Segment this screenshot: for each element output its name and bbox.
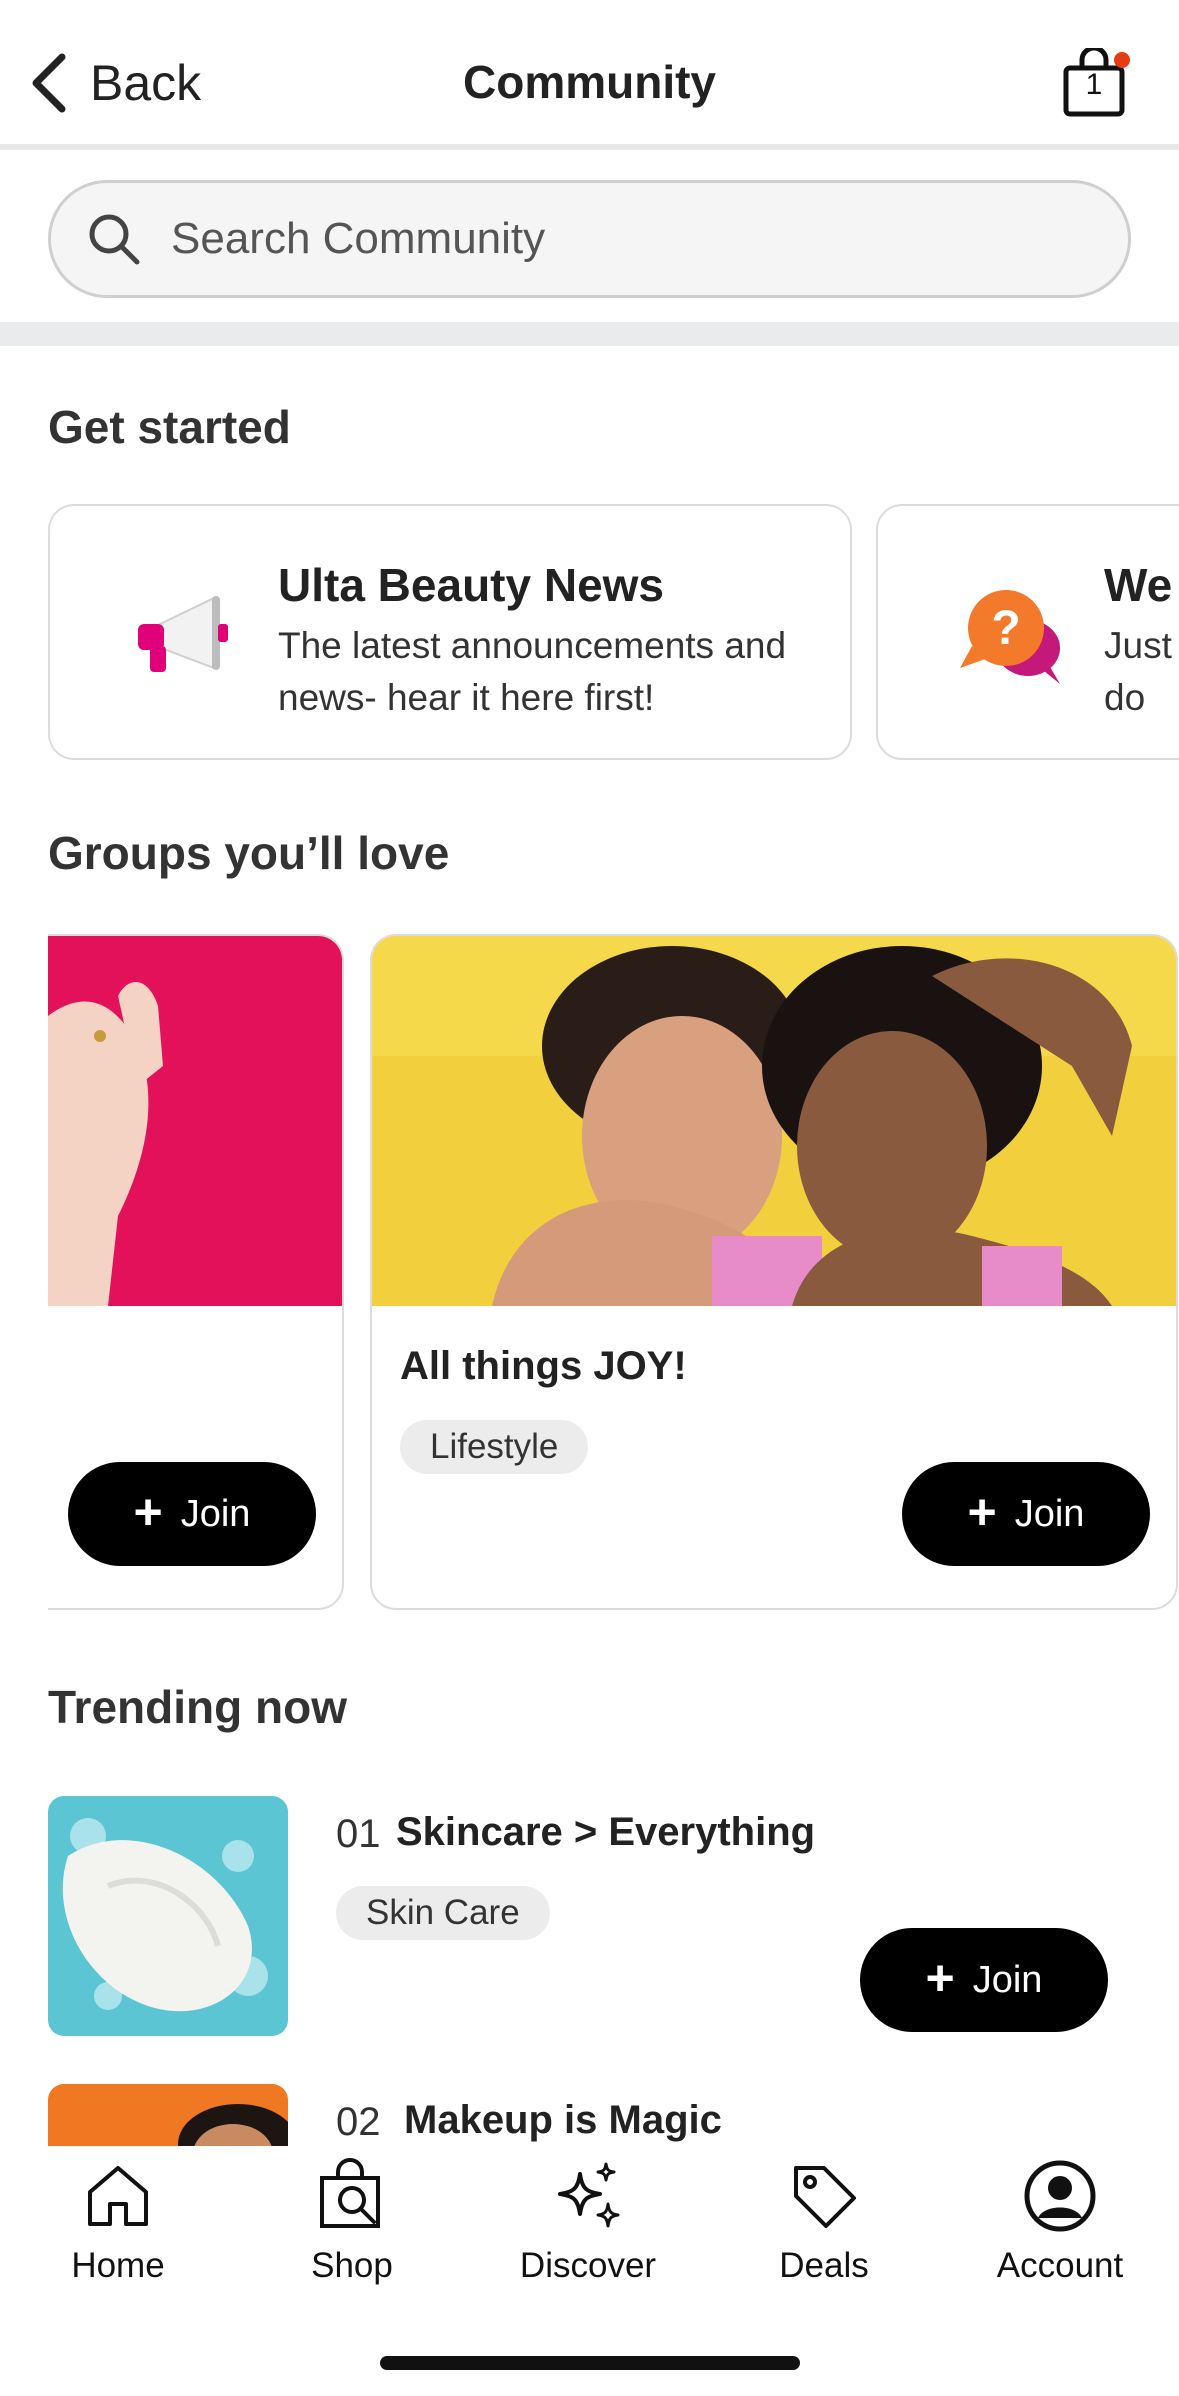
- search-icon: [89, 214, 140, 265]
- trending-heading: Trending now: [48, 1681, 347, 1733]
- join-button[interactable]: + Join: [902, 1462, 1150, 1566]
- woman-portrait-photo[interactable]: [48, 2084, 288, 2146]
- plus-icon: +: [925, 1950, 955, 2006]
- nav-account[interactable]: Account: [960, 2158, 1160, 2308]
- search-bar[interactable]: [48, 180, 1131, 298]
- nav-label: Account: [996, 2246, 1124, 2285]
- nav-label: Deals: [779, 2246, 869, 2285]
- nav-label: Discover: [519, 2246, 657, 2285]
- nav-shop[interactable]: Shop: [252, 2158, 452, 2308]
- nav-discover[interactable]: Discover: [488, 2158, 688, 2308]
- group-name: All things JOY!: [400, 1344, 687, 1388]
- trending-name[interactable]: Skincare > Everything: [396, 1810, 815, 1855]
- trending-name[interactable]: Makeup is Magic: [404, 2098, 722, 2143]
- section-divider: [0, 322, 1179, 346]
- nav-label: Home: [71, 2246, 165, 2285]
- group-tag: Lifestyle: [400, 1420, 589, 1474]
- hand-on-pink-photo: [48, 936, 342, 1306]
- back-button[interactable]: Back: [28, 48, 201, 118]
- join-label: Join: [180, 1492, 251, 1535]
- bag-badge-dot: [1114, 52, 1130, 68]
- cream-swatch-photo[interactable]: [48, 1796, 288, 2036]
- get-started-card-news[interactable]: Ulta Beauty News The latest announcement…: [48, 504, 852, 760]
- plus-icon: +: [133, 1484, 163, 1540]
- get-started-card-welcome[interactable]: ? We Just to do: [876, 504, 1179, 760]
- join-label: Join: [972, 1958, 1043, 2001]
- bag-count: 1: [1085, 68, 1103, 101]
- sparkles-icon: [558, 2162, 620, 2228]
- group-card-all-things-joy[interactable]: All things JOY! Lifestyle + Join: [370, 934, 1178, 1610]
- shop-bag-icon: [320, 2158, 380, 2228]
- nav-deals[interactable]: Deals: [724, 2158, 924, 2308]
- trending-rank: 01: [336, 1812, 381, 1856]
- account-icon: [1024, 2160, 1096, 2232]
- back-label: Back: [90, 55, 202, 111]
- get-started-heading: Get started: [48, 401, 291, 453]
- card-title: We: [1104, 559, 1173, 611]
- search-input[interactable]: [171, 214, 1071, 264]
- question-bubble-icon: ?: [954, 576, 1074, 696]
- join-label: Join: [1014, 1492, 1085, 1535]
- nav-home[interactable]: Home: [18, 2158, 218, 2308]
- nav-label: Shop: [311, 2246, 393, 2285]
- card-title: Ulta Beauty News: [278, 559, 665, 611]
- tag-icon: [794, 2166, 856, 2228]
- two-smiling-women-photo: [372, 936, 1176, 1306]
- home-icon: [88, 2166, 148, 2226]
- plus-icon: +: [967, 1484, 997, 1540]
- top-bar: Back Community 1: [0, 0, 1179, 150]
- home-indicator[interactable]: [380, 2356, 800, 2370]
- groups-heading: Groups you’ll love: [48, 827, 450, 879]
- join-button[interactable]: + Join: [860, 1928, 1108, 2032]
- chevron-left-icon: [32, 53, 66, 113]
- card-description: The latest announcements and news- hear …: [278, 625, 787, 718]
- svg-text:?: ?: [991, 602, 1020, 655]
- megaphone-icon: [126, 576, 246, 696]
- shopping-bag-button[interactable]: 1: [1062, 45, 1132, 118]
- join-button[interactable]: + Join: [68, 1462, 316, 1566]
- card-description: Just to do: [1104, 625, 1179, 718]
- trending-rank: 02: [336, 2100, 381, 2144]
- group-card-partial[interactable]: + Join: [48, 934, 344, 1610]
- trending-tag: Skin Care: [336, 1886, 550, 1940]
